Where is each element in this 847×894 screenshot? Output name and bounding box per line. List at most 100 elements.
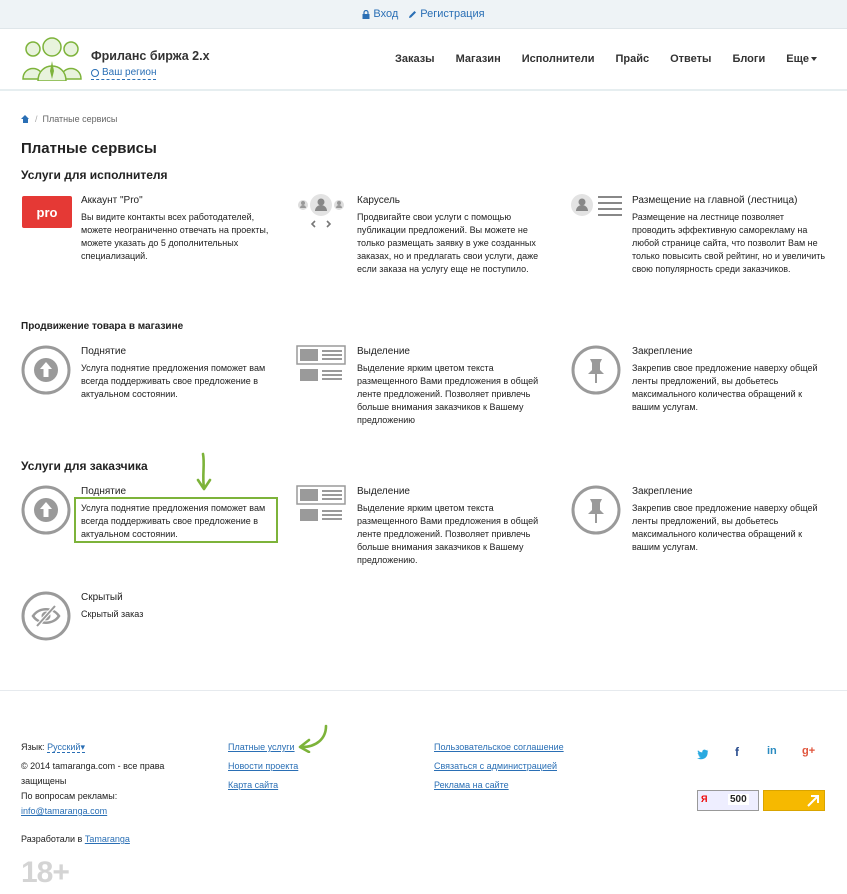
service-raise-shop: Поднятие Услуга поднятие предложения пом… <box>81 346 276 401</box>
page-title: Платные сервисы <box>21 140 157 157</box>
nav-shop[interactable]: Магазин <box>456 53 501 65</box>
language-row: Язык: Русский▾ <box>21 740 201 755</box>
service-desc: Закрепив свое предложение наверху общей … <box>632 503 818 552</box>
service-desc: Выделение ярким цветом текста размещенно… <box>357 503 539 565</box>
main-nav: Заказы Магазин Исполнители Прайс Ответы … <box>374 53 817 65</box>
breadcrumb-separator: / <box>35 114 38 124</box>
ladder-icon <box>571 194 622 216</box>
pencil-icon <box>409 10 417 18</box>
footer-link-advertising[interactable]: Реклама на сайте <box>434 776 564 795</box>
site-title[interactable]: Фриланс биржа 2.x <box>91 49 210 63</box>
breadcrumb: / Платные сервисы <box>21 114 117 124</box>
language-value: Русский <box>47 742 81 752</box>
nav-price[interactable]: Прайс <box>615 53 649 65</box>
nav-more-label: Еще <box>786 53 809 65</box>
pin-circle-icon <box>571 345 621 395</box>
annotation-curved-arrow-icon <box>298 724 328 753</box>
twitter-icon[interactable] <box>697 748 709 760</box>
footer-info: Язык: Русский▾ © 2014 tamaranga.com - вс… <box>21 740 201 847</box>
developer-row: Разработали в Tamaranga <box>21 832 201 847</box>
service-title: Карусель <box>357 195 400 206</box>
service-title: Поднятие <box>81 346 127 357</box>
counter-badge-yandex[interactable]: Я 500 <box>697 790 759 811</box>
service-ladder: Размещение на главной (лестница) Размеще… <box>632 195 828 276</box>
highlight-icon <box>296 345 346 381</box>
register-link[interactable]: Регистрация <box>408 8 485 20</box>
service-title: Поднятие <box>81 486 127 497</box>
section-title-performer: Услуги для исполнителя <box>21 168 168 182</box>
ads-email-link[interactable]: info@tamaranga.com <box>21 806 107 816</box>
service-title: Закрепление <box>632 346 693 357</box>
section-title-shop: Продвижение товара в магазине <box>21 321 184 332</box>
home-icon[interactable] <box>21 115 30 123</box>
age-rating: 18+ <box>21 856 70 889</box>
counter-badge-liveinternet[interactable] <box>763 790 825 811</box>
footer-links-1: Платные услуги Новости проекта Карта сай… <box>228 738 298 795</box>
footer-links-2: Пользовательское соглашение Связаться с … <box>434 738 564 795</box>
linkedin-icon[interactable]: in <box>767 745 777 757</box>
login-link[interactable]: Вход <box>362 8 398 20</box>
service-highlight-customer: Выделение Выделение ярким цветом текста … <box>357 486 552 567</box>
register-label: Регистрация <box>420 8 485 20</box>
service-carousel: Карусель Продвигайте свои услуги с помощ… <box>357 195 552 276</box>
service-title: Закрепление <box>632 486 693 497</box>
region-label: Ваш регион <box>102 67 157 78</box>
logo-people-icon[interactable] <box>21 35 83 81</box>
developer-label: Разработали в <box>21 834 83 844</box>
service-desc: Услуга поднятие предложения поможет вам … <box>81 363 266 399</box>
developer-link[interactable]: Tamaranga <box>85 834 130 844</box>
footer-link-sitemap[interactable]: Карта сайта <box>228 776 298 795</box>
globe-icon <box>91 69 99 77</box>
copyright: © 2014 tamaranga.com - все права защищен… <box>21 761 165 786</box>
service-desc: Выделение ярким цветом текста размещенно… <box>357 363 539 425</box>
arrow-up-circle-icon <box>21 345 71 395</box>
service-desc: Продвигайте свои услуги с помощью публик… <box>357 212 539 274</box>
site-header: Фриланс биржа 2.x Ваш регион Заказы Мага… <box>0 29 847 91</box>
service-desc: Закрепив свое предложение наверху общей … <box>632 363 818 412</box>
highlight-icon <box>296 485 346 521</box>
caret-down-icon <box>811 57 817 62</box>
nav-more[interactable]: Еще <box>786 53 817 65</box>
top-bar: Вход Регистрация <box>0 0 847 29</box>
footer-link-contact-admin[interactable]: Связаться с администрацией <box>434 757 564 776</box>
yandex-logo-icon: Я <box>701 794 708 804</box>
pro-badge: pro <box>22 196 72 228</box>
service-desc: Размещение на лестнице позволяет проводи… <box>632 212 826 274</box>
login-label: Вход <box>373 8 399 20</box>
service-highlight-shop: Выделение Выделение ярким цветом текста … <box>357 346 552 427</box>
service-pro: Аккаунт "Pro" Вы видите контакты всех ра… <box>81 195 276 263</box>
service-desc: Скрытый заказ <box>81 609 144 619</box>
service-pin-customer: Закрепление Закрепив свое предложение на… <box>632 486 828 554</box>
ads-label: По вопросам рекламы: <box>21 791 118 801</box>
service-desc: Вы видите контакты всех работодателей, м… <box>81 212 269 261</box>
facebook-icon[interactable]: f <box>735 745 739 759</box>
googleplus-icon[interactable]: g+ <box>802 745 815 757</box>
service-title: Аккаунт "Pro" <box>81 195 143 206</box>
service-title: Скрытый <box>81 592 123 603</box>
pin-circle-icon <box>571 485 621 535</box>
region-selector[interactable]: Ваш регион <box>91 67 157 80</box>
footer-link-news[interactable]: Новости проекта <box>228 757 298 776</box>
section-title-customer: Услуги для заказчика <box>21 459 148 473</box>
language-selector[interactable]: Русский▾ <box>47 742 85 753</box>
counter-value: 500 <box>728 794 749 805</box>
nav-orders[interactable]: Заказы <box>395 53 435 65</box>
footer-link-paid-services[interactable]: Платные услуги <box>228 738 298 757</box>
lock-icon <box>362 9 370 19</box>
nav-answers[interactable]: Ответы <box>670 53 711 65</box>
service-title: Размещение на главной (лестница) <box>632 195 798 206</box>
arrow-up-circle-icon <box>21 485 71 535</box>
nav-performers[interactable]: Исполнители <box>522 53 595 65</box>
breadcrumb-current: Платные сервисы <box>42 114 118 124</box>
carousel-icon <box>298 194 344 228</box>
eye-hidden-circle-icon <box>21 591 71 641</box>
nav-blogs[interactable]: Блоги <box>732 53 765 65</box>
annotation-highlight-box <box>74 497 278 543</box>
service-title: Выделение <box>357 486 410 497</box>
service-title: Выделение <box>357 346 410 357</box>
service-pin-shop: Закрепление Закрепив свое предложение на… <box>632 346 828 414</box>
service-hidden: Скрытый Скрытый заказ <box>81 592 276 621</box>
footer-link-terms[interactable]: Пользовательское соглашение <box>434 738 564 757</box>
arrow-up-right-icon <box>807 795 819 807</box>
language-label: Язык: <box>21 742 45 752</box>
